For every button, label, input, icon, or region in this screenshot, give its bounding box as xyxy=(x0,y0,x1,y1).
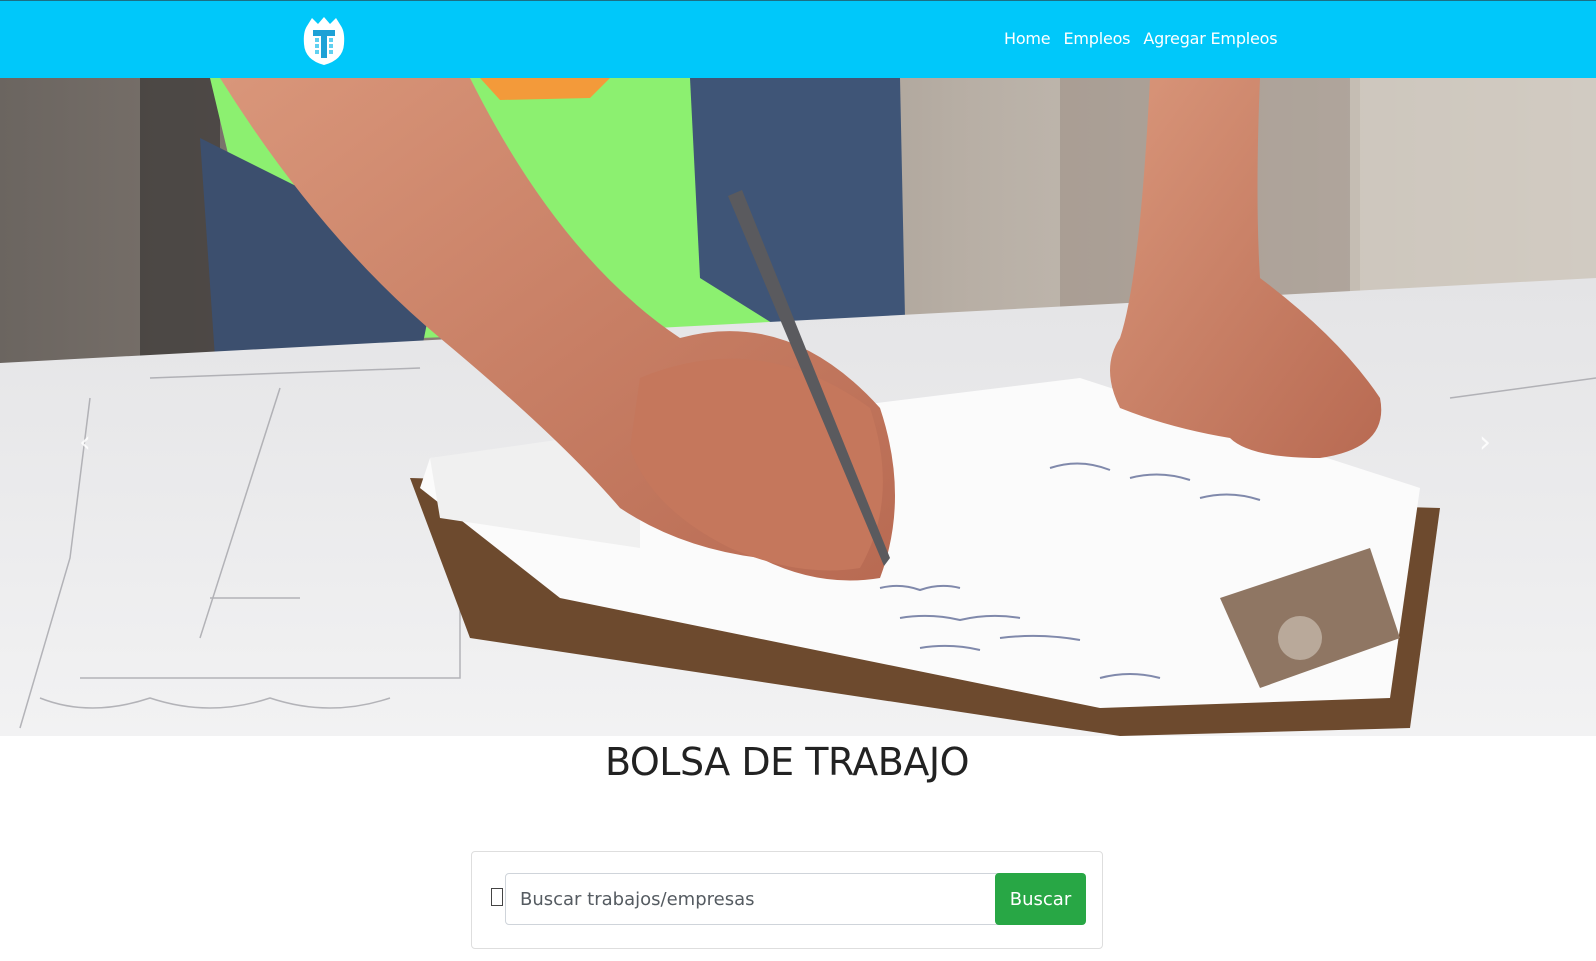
carousel-prev-button[interactable]: ‹ xyxy=(70,423,100,463)
nav-link-home[interactable]: Home xyxy=(1004,29,1051,48)
page-title: BOLSA DE TRABAJO xyxy=(605,740,969,784)
tower-t-logo-icon[interactable] xyxy=(303,16,345,66)
search-input[interactable] xyxy=(505,873,1000,925)
navbar: Home Empleos Agregar Empleos xyxy=(0,0,1596,78)
nav-link-empleos[interactable]: Empleos xyxy=(1063,29,1130,48)
carousel-next-button[interactable]: › xyxy=(1470,423,1500,463)
nav-link-agregar-empleos[interactable]: Agregar Empleos xyxy=(1143,29,1277,48)
search-card: Buscar xyxy=(471,851,1103,949)
nav-menu: Home Empleos Agregar Empleos xyxy=(1004,29,1278,48)
search-button[interactable]: Buscar xyxy=(995,873,1086,925)
hero-photo-worker-writing-clipboard xyxy=(0,78,1596,736)
hero-carousel: ‹ › xyxy=(0,78,1596,736)
search-icon xyxy=(491,888,503,906)
